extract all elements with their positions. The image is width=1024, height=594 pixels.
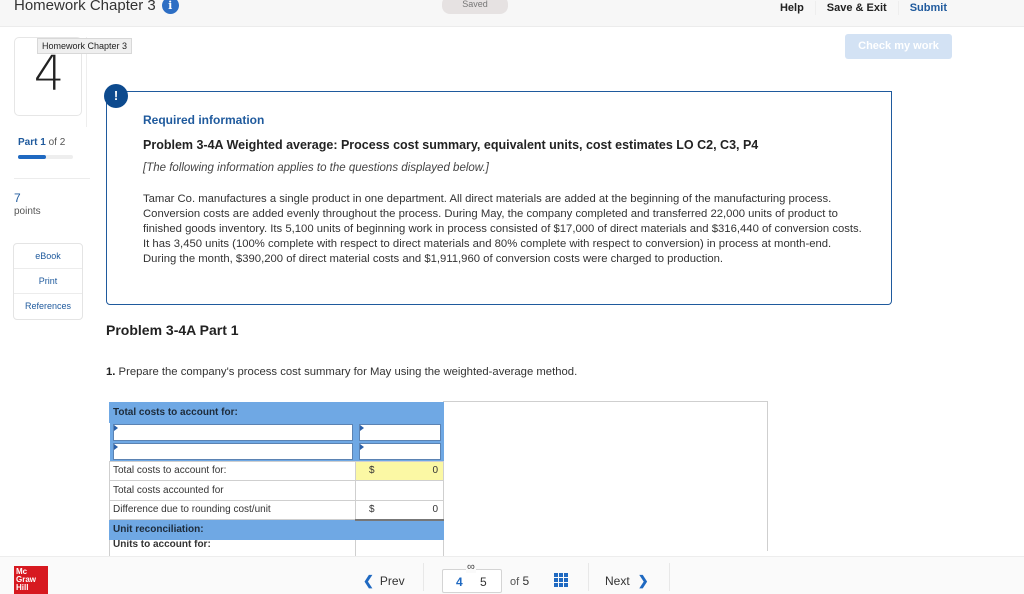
info-icon[interactable]: i (161, 0, 179, 14)
top-links: Help Save & Exit Submit (780, 0, 958, 16)
instruction-number: 1. (106, 366, 116, 378)
amount-value: 0 (432, 465, 438, 477)
linked-page: 5 (480, 575, 487, 589)
cost-amount-input[interactable] (358, 423, 441, 441)
worksheet-input-row (109, 441, 444, 461)
page-total: of 5 (510, 574, 529, 588)
prev-label: Prev (379, 574, 405, 588)
part-progress-fill (18, 155, 46, 159)
saved-status-badge: Saved (442, 0, 508, 14)
link-icon: ∞ (466, 561, 476, 573)
total-pages: 5 (522, 574, 530, 588)
section-header-amount (355, 402, 444, 423)
required-info-title: Required information (143, 113, 265, 127)
question-number: 4 (33, 46, 65, 102)
worksheet-row: Difference due to rounding cost/unit $0 (109, 499, 444, 521)
part-indicator: Part 1 of 2 (18, 137, 65, 148)
part-total: of 2 (48, 137, 66, 148)
chevron-right-icon: ❯ (637, 573, 649, 588)
worksheet-row: Total costs accounted for (109, 480, 444, 501)
prev-button[interactable]: ❮ Prev (363, 573, 405, 589)
grid-view-icon[interactable] (554, 573, 568, 587)
next-button[interactable]: Next ❯ (605, 573, 649, 589)
tools-panel: eBook Print References (13, 243, 83, 320)
worksheet-blank-area (443, 401, 768, 551)
assignment-title-text: Homework Chapter 3 (14, 0, 156, 14)
cost-label-dropdown[interactable] (112, 423, 353, 441)
references-button[interactable]: References (14, 294, 82, 319)
total-costs-cell: $0 (355, 460, 444, 481)
cost-amount-input[interactable] (358, 442, 441, 460)
current-page: 4 (456, 575, 463, 589)
part-heading: Problem 3-4A Part 1 (106, 322, 239, 338)
info-note: [The following information applies to th… (143, 162, 489, 174)
worksheet-section-header: Unit reconciliation: (109, 519, 444, 540)
worksheet-input-row (109, 422, 444, 442)
worksheet-row: Total costs to account for: $0 (109, 460, 444, 481)
part-progress-bar (18, 155, 73, 159)
instruction-text: Prepare the company's process cost summa… (115, 366, 578, 378)
next-label: Next (605, 574, 630, 588)
tooltip: Homework Chapter 3 (37, 38, 133, 54)
section-header-label: Total costs to account for: (109, 402, 356, 423)
points-label: points (14, 206, 41, 217)
exclamation-icon: ! (104, 84, 128, 108)
currency-symbol: $ (369, 504, 375, 515)
instruction: 1. Prepare the company's process cost su… (106, 366, 577, 378)
amount-value: 0 (432, 504, 438, 515)
costs-accounted-cell (355, 480, 444, 501)
assignment-title: Homework Chapter 3 i (14, 0, 179, 14)
nav-divider (588, 563, 589, 591)
section-header-label: Unit reconciliation: (109, 519, 356, 540)
of-label: of (510, 576, 520, 588)
top-bar: Homework Chapter 3 i Saved Help Save & E… (0, 0, 1024, 27)
problem-description: Tamar Co. manufactures a single product … (143, 193, 862, 265)
row-label: Total costs accounted for (109, 480, 356, 501)
ebook-button[interactable]: eBook (14, 244, 82, 269)
sidebar-separator (14, 178, 90, 179)
chevron-left-icon: ❮ (363, 573, 374, 588)
section-header-amount (355, 519, 444, 540)
points-value: 7 (14, 191, 21, 205)
mcgraw-hill-logo: Mc Graw Hill (14, 566, 48, 594)
cost-label-dropdown[interactable] (112, 442, 353, 460)
help-link[interactable]: Help (780, 1, 816, 15)
process-cost-worksheet: Total costs to account for: Total costs … (109, 402, 444, 559)
logo-line: Hill (16, 583, 29, 592)
row-label: Difference due to rounding cost/unit (109, 499, 356, 520)
nav-divider (669, 563, 670, 591)
print-button[interactable]: Print (14, 269, 82, 294)
row-label: Total costs to account for: (109, 460, 356, 481)
check-my-work-button[interactable]: Check my work (845, 34, 952, 59)
problem-heading: Problem 3-4A Weighted average: Process c… (143, 138, 759, 152)
currency-symbol: $ (369, 465, 375, 477)
worksheet-section-header: Total costs to account for: (109, 402, 444, 423)
nav-divider (423, 563, 424, 591)
submit-link[interactable]: Submit (899, 1, 958, 15)
rounding-difference-cell: $0 (355, 499, 444, 521)
save-exit-link[interactable]: Save & Exit (816, 1, 899, 15)
part-current: Part 1 (18, 137, 46, 148)
